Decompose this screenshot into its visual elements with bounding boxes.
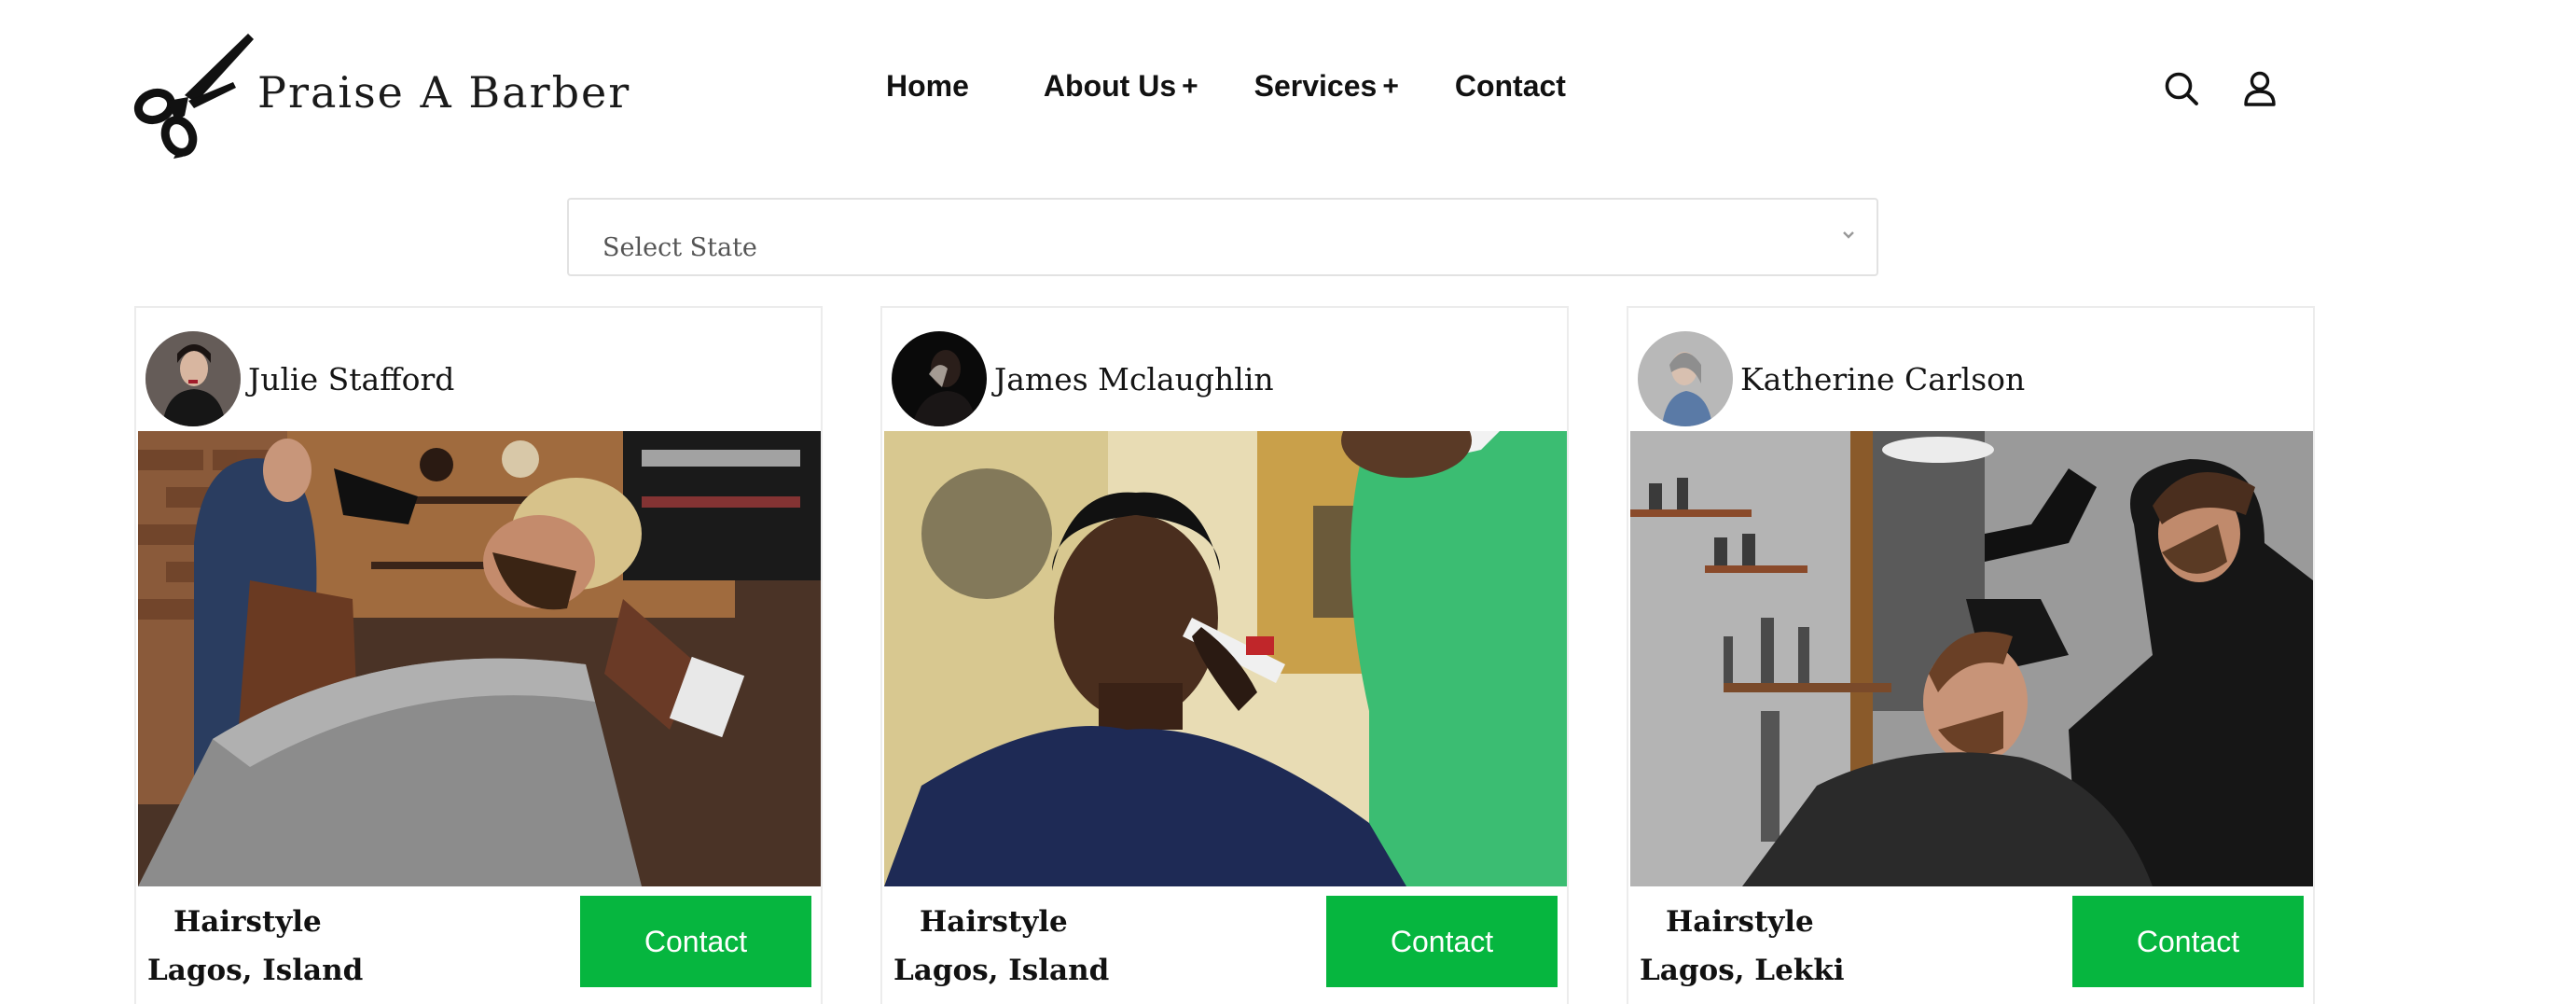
account-button[interactable] [2240, 69, 2279, 108]
search-icon [2165, 72, 2198, 105]
avatar[interactable] [892, 331, 987, 426]
avatar-image [145, 331, 241, 426]
barber-photo-image [138, 431, 821, 886]
nav-services-label: Services [1253, 69, 1378, 103]
nav-services[interactable]: Services + [1254, 69, 1399, 104]
search-button[interactable] [2162, 69, 2201, 108]
avatar-image [1638, 331, 1733, 426]
state-select-value: Select State [602, 233, 757, 262]
barber-photo-image [884, 431, 1567, 886]
avatar[interactable] [1638, 331, 1733, 426]
nav-about-us[interactable]: About Us + [1044, 69, 1198, 104]
scissors-icon [133, 34, 254, 159]
nav-contact-label: Contact [1454, 69, 1566, 103]
brand-logo[interactable]: Praise A Barber [131, 26, 630, 159]
barber-location: Lagos, Lekki [1640, 954, 1845, 987]
barber-photo-image [1630, 431, 2313, 886]
barber-name: Julie Stafford [248, 360, 455, 397]
submenu-plus-icon: + [1382, 70, 1399, 102]
brand-name: Praise A Barber [257, 67, 631, 118]
barber-name: James Mclaughlin [994, 360, 1274, 397]
contact-button[interactable]: Contact [2072, 896, 2304, 987]
main-nav: Home About Us + Services + Contact [886, 69, 1566, 104]
barber-photo[interactable] [1630, 431, 2313, 886]
user-icon [2244, 71, 2276, 106]
barber-location: Lagos, Island [147, 954, 364, 987]
state-select[interactable]: Select State [567, 198, 1878, 276]
barber-header: Julie Stafford [145, 330, 454, 427]
barber-name: Katherine Carlson [1740, 360, 2026, 397]
avatar-image [892, 331, 987, 426]
barber-photo[interactable] [884, 431, 1567, 886]
avatar[interactable] [145, 331, 241, 426]
barber-location: Lagos, Island [893, 954, 1110, 987]
barber-header: James Mclaughlin [892, 330, 1274, 427]
barber-service: Hairstyle [1666, 905, 1814, 939]
barber-service: Hairstyle [920, 905, 1068, 939]
nav-about-us-label: About Us [1043, 69, 1177, 103]
nav-home-label: Home [886, 69, 969, 103]
barber-card: Katherine Carlson Hairstyle Lagos, Lekki… [1627, 306, 2315, 1004]
barber-header: Katherine Carlson [1638, 330, 2025, 427]
chevron-down-icon [1843, 231, 1854, 239]
barber-card: James Mclaughlin Hairstyle Lagos, Island… [880, 306, 1569, 1004]
contact-button[interactable]: Contact [1326, 896, 1558, 987]
nav-home[interactable]: Home [886, 69, 969, 104]
nav-contact[interactable]: Contact [1455, 69, 1566, 104]
barber-card: Julie Stafford Hairstyle Lagos, Island C… [134, 306, 823, 1004]
contact-button[interactable]: Contact [580, 896, 811, 987]
barber-service: Hairstyle [173, 905, 322, 939]
submenu-plus-icon: + [1182, 70, 1198, 102]
barber-photo[interactable] [138, 431, 821, 886]
